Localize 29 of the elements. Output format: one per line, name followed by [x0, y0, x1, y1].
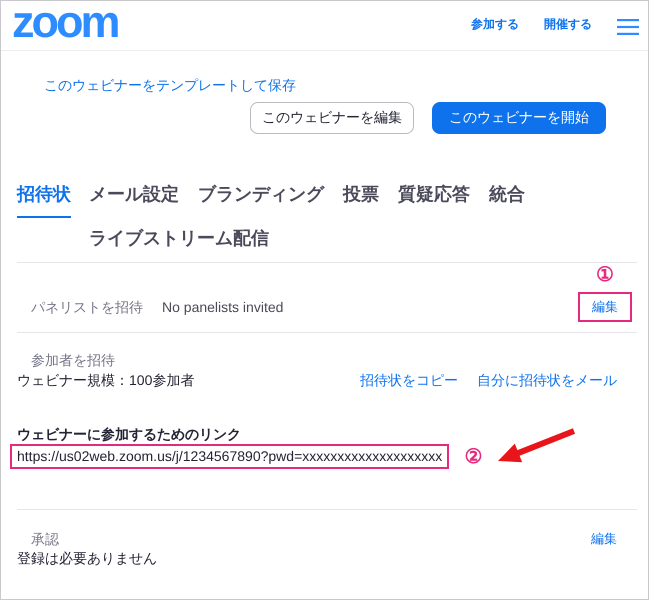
email-invitation-link[interactable]: 自分に招待状をメール [477, 370, 617, 390]
edit-webinar-button[interactable]: このウェビナーを編集 [250, 102, 414, 134]
section-label: 承認 [31, 530, 59, 549]
nav-link[interactable]: 参加する [471, 16, 519, 32]
callout-number: ② [464, 444, 482, 468]
tab[interactable]: 招待状 [17, 182, 71, 218]
section-label: 参加者を招待 [31, 351, 115, 370]
nav-link[interactable]: 開催する [544, 16, 592, 32]
join-url: https://us02web.zoom.us/j/1234567890?pwd=xxxxxxxxxxxxxxxxxxxx [10, 444, 450, 469]
start-webinar-button[interactable]: このウェビナーを開始 [432, 102, 606, 134]
menu-icon[interactable] [617, 18, 639, 34]
save-template-link[interactable]: このウェビナーをテンプレートして保存 [44, 76, 296, 94]
logo[interactable]: zoom [12, 1, 118, 44]
callout-number: ① [596, 263, 614, 287]
arrow-icon [496, 428, 576, 464]
copy-invitation-link[interactable]: 招待状をコピー [360, 370, 458, 390]
tab[interactable]: 質疑応答 [398, 182, 470, 218]
tab[interactable]: ライブストリーム配信 [89, 226, 269, 262]
field-value: ウェビナー規模：100参加者 [17, 371, 194, 390]
tab[interactable]: メール設定 [89, 182, 179, 218]
section-label: パネリストを招待 [31, 298, 143, 317]
field-value: No panelists invited [162, 298, 284, 317]
section-label: ウェビナーに参加するためのリンク [17, 425, 241, 443]
edit-link[interactable]: 編集 [591, 530, 617, 548]
field-value: 登録は必要ありません [17, 549, 157, 568]
tab[interactable]: ブランディング [198, 182, 324, 218]
tab[interactable]: 投票 [343, 182, 379, 218]
edit-link[interactable]: 編集 [592, 298, 618, 316]
tab[interactable]: 統合 [489, 182, 525, 218]
